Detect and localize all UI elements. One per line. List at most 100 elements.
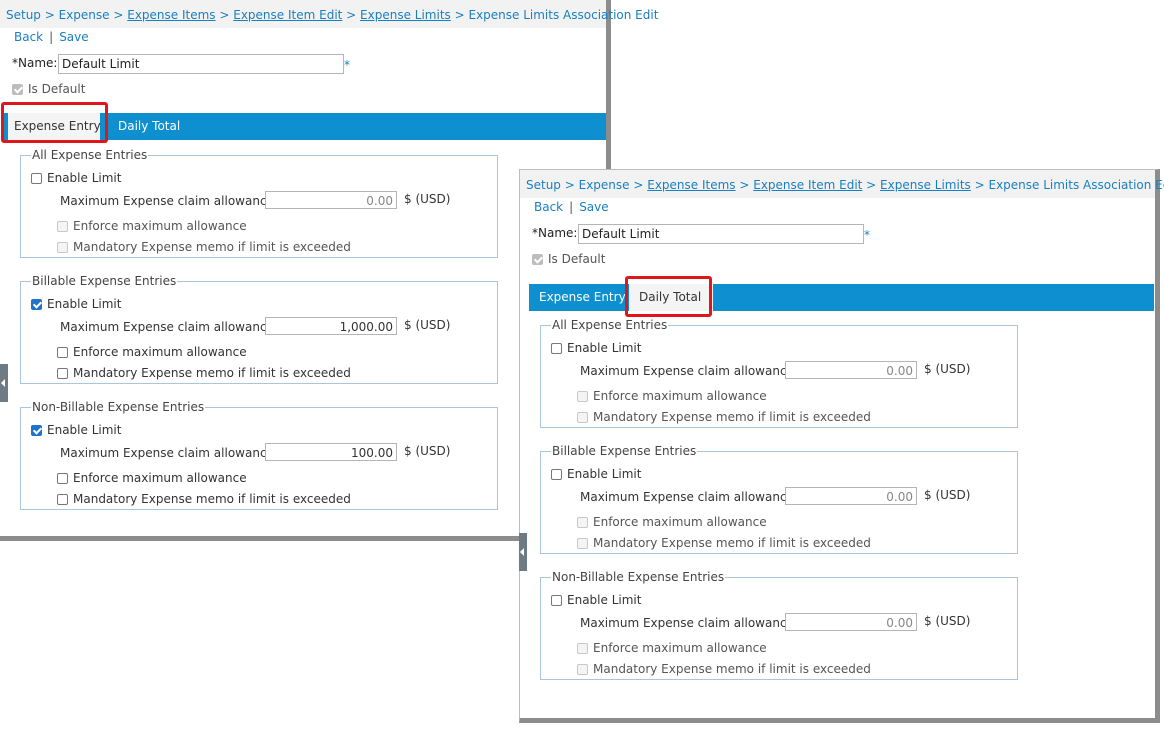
save-link[interactable]: Save [579,200,608,214]
breadcrumb-expense-item-edit[interactable]: Expense Item Edit [233,8,342,22]
currency-label: $ (USD) [404,192,451,206]
name-label: *Name: [532,226,578,240]
max-allowance-label: Maximum Expense claim allowance: [60,194,278,208]
mandatory-memo-row: Mandatory Expense memo if limit is excee… [57,240,351,254]
mandatory-memo-checkbox[interactable] [577,664,588,675]
max-allowance-input[interactable]: 0.00 [785,361,917,379]
breadcrumb: Setup > Expense > Expense Items > Expens… [6,8,658,22]
enforce-checkbox[interactable] [57,473,68,484]
collapse-handle-icon[interactable] [0,364,8,402]
mandatory-memo-checkbox[interactable] [57,368,68,379]
name-input[interactable] [58,54,344,74]
breadcrumb-separator: > [560,178,579,192]
is-default-checkbox[interactable] [12,84,23,95]
enforce-row: Enforce maximum allowance [577,515,767,529]
enforce-row: Enforce maximum allowance [57,219,247,233]
breadcrumb: Setup > Expense > Expense Items > Expens… [526,178,1164,192]
mandatory-memo-row: Mandatory Expense memo if limit is excee… [577,410,871,424]
tab-daily-total[interactable]: Daily Total [108,113,190,140]
breadcrumb-expense-limits[interactable]: Expense Limits [880,178,971,192]
group-title: All Expense Entries [32,148,148,162]
enforce-label: Enforce maximum allowance [73,219,247,233]
max-allowance-input[interactable]: 100.00 [265,443,397,461]
save-link[interactable]: Save [59,30,88,44]
is-default-label: Is Default [28,82,86,96]
breadcrumb-separator: > [342,8,361,22]
breadcrumb-expense-items[interactable]: Expense Items [647,178,735,192]
enforce-checkbox[interactable] [577,391,588,402]
name-input[interactable] [578,224,864,244]
enforce-label: Enforce maximum allowance [593,389,767,403]
enable-limit-checkbox[interactable] [31,425,42,436]
breadcrumb-separator: > [215,8,234,22]
mandatory-memo-checkbox[interactable] [57,494,68,505]
mandatory-memo-label: Mandatory Expense memo if limit is excee… [73,240,351,254]
breadcrumb-current: Expense Limits Association Edit [988,178,1164,192]
enable-limit-label: Enable Limit [47,423,122,437]
enable-limit-checkbox[interactable] [551,469,562,480]
currency-label: $ (USD) [404,318,451,332]
breadcrumb-separator: > [629,178,648,192]
tab-highlight-box [1,102,108,143]
enforce-checkbox[interactable] [57,221,68,232]
mandatory-memo-label: Mandatory Expense memo if limit is excee… [593,536,871,550]
breadcrumb-setup[interactable]: Setup [526,178,561,192]
mandatory-memo-label: Mandatory Expense memo if limit is excee… [73,492,351,506]
required-marker: * [864,228,870,242]
mandatory-memo-row: Mandatory Expense memo if limit is excee… [577,662,871,676]
back-link[interactable]: Back [534,200,563,214]
is-default-row: Is Default [532,252,605,266]
breadcrumb-expense-limits[interactable]: Expense Limits [360,8,451,22]
group-title: Non-Billable Expense Entries [552,570,725,584]
mandatory-memo-label: Mandatory Expense memo if limit is excee… [593,410,871,424]
collapse-handle-icon[interactable] [519,533,527,571]
tab-highlight-box [625,276,712,317]
action-links: Back | Save [14,30,89,44]
mandatory-memo-checkbox[interactable] [577,412,588,423]
is-default-checkbox[interactable] [532,254,543,265]
enable-limit-label: Enable Limit [47,297,122,311]
breadcrumb-expense-item-edit[interactable]: Expense Item Edit [753,178,862,192]
breadcrumb-separator: > [970,178,989,192]
currency-label: $ (USD) [404,444,451,458]
breadcrumb-expense[interactable]: Expense [579,178,630,192]
enforce-label: Enforce maximum allowance [593,515,767,529]
tab-expense-entry[interactable]: Expense Entry [529,284,636,311]
mandatory-memo-row: Mandatory Expense memo if limit is excee… [57,366,351,380]
group-title: All Expense Entries [552,318,668,332]
currency-label: $ (USD) [924,488,971,502]
breadcrumb-setup[interactable]: Setup [6,8,41,22]
enforce-checkbox[interactable] [577,643,588,654]
action-links: Back | Save [534,200,609,214]
daily-total-panel: Setup > Expense > Expense Items > Expens… [519,169,1164,723]
max-allowance-input[interactable]: 0.00 [265,191,397,209]
action-separator: | [569,200,574,214]
mandatory-memo-checkbox[interactable] [57,242,68,253]
tab-bar: Expense Entry Daily Total [529,284,1154,311]
mandatory-memo-checkbox[interactable] [577,538,588,549]
enable-limit-checkbox[interactable] [551,595,562,606]
enforce-label: Enforce maximum allowance [73,345,247,359]
enforce-checkbox[interactable] [577,517,588,528]
enforce-checkbox[interactable] [57,347,68,358]
enforce-row: Enforce maximum allowance [57,345,247,359]
breadcrumb-separator: > [40,8,59,22]
group-title: Billable Expense Entries [32,274,177,288]
enable-limit-checkbox[interactable] [551,343,562,354]
max-allowance-input[interactable]: 0.00 [785,613,917,631]
enable-limit-checkbox[interactable] [31,299,42,310]
enable-limit-label: Enable Limit [567,593,642,607]
breadcrumb-separator: > [862,178,881,192]
currency-label: $ (USD) [924,614,971,628]
enable-limit-checkbox[interactable] [31,173,42,184]
enable-limit-row: Enable Limit [31,423,121,437]
enable-limit-row: Enable Limit [551,593,641,607]
back-link[interactable]: Back [14,30,43,44]
max-allowance-input[interactable]: 0.00 [785,487,917,505]
group-title: Billable Expense Entries [552,444,697,458]
breadcrumb-expense[interactable]: Expense [59,8,110,22]
max-allowance-label: Maximum Expense claim allowance: [580,616,798,630]
breadcrumb-expense-items[interactable]: Expense Items [127,8,215,22]
max-allowance-input[interactable]: 1,000.00 [265,317,397,335]
currency-label: $ (USD) [924,362,971,376]
